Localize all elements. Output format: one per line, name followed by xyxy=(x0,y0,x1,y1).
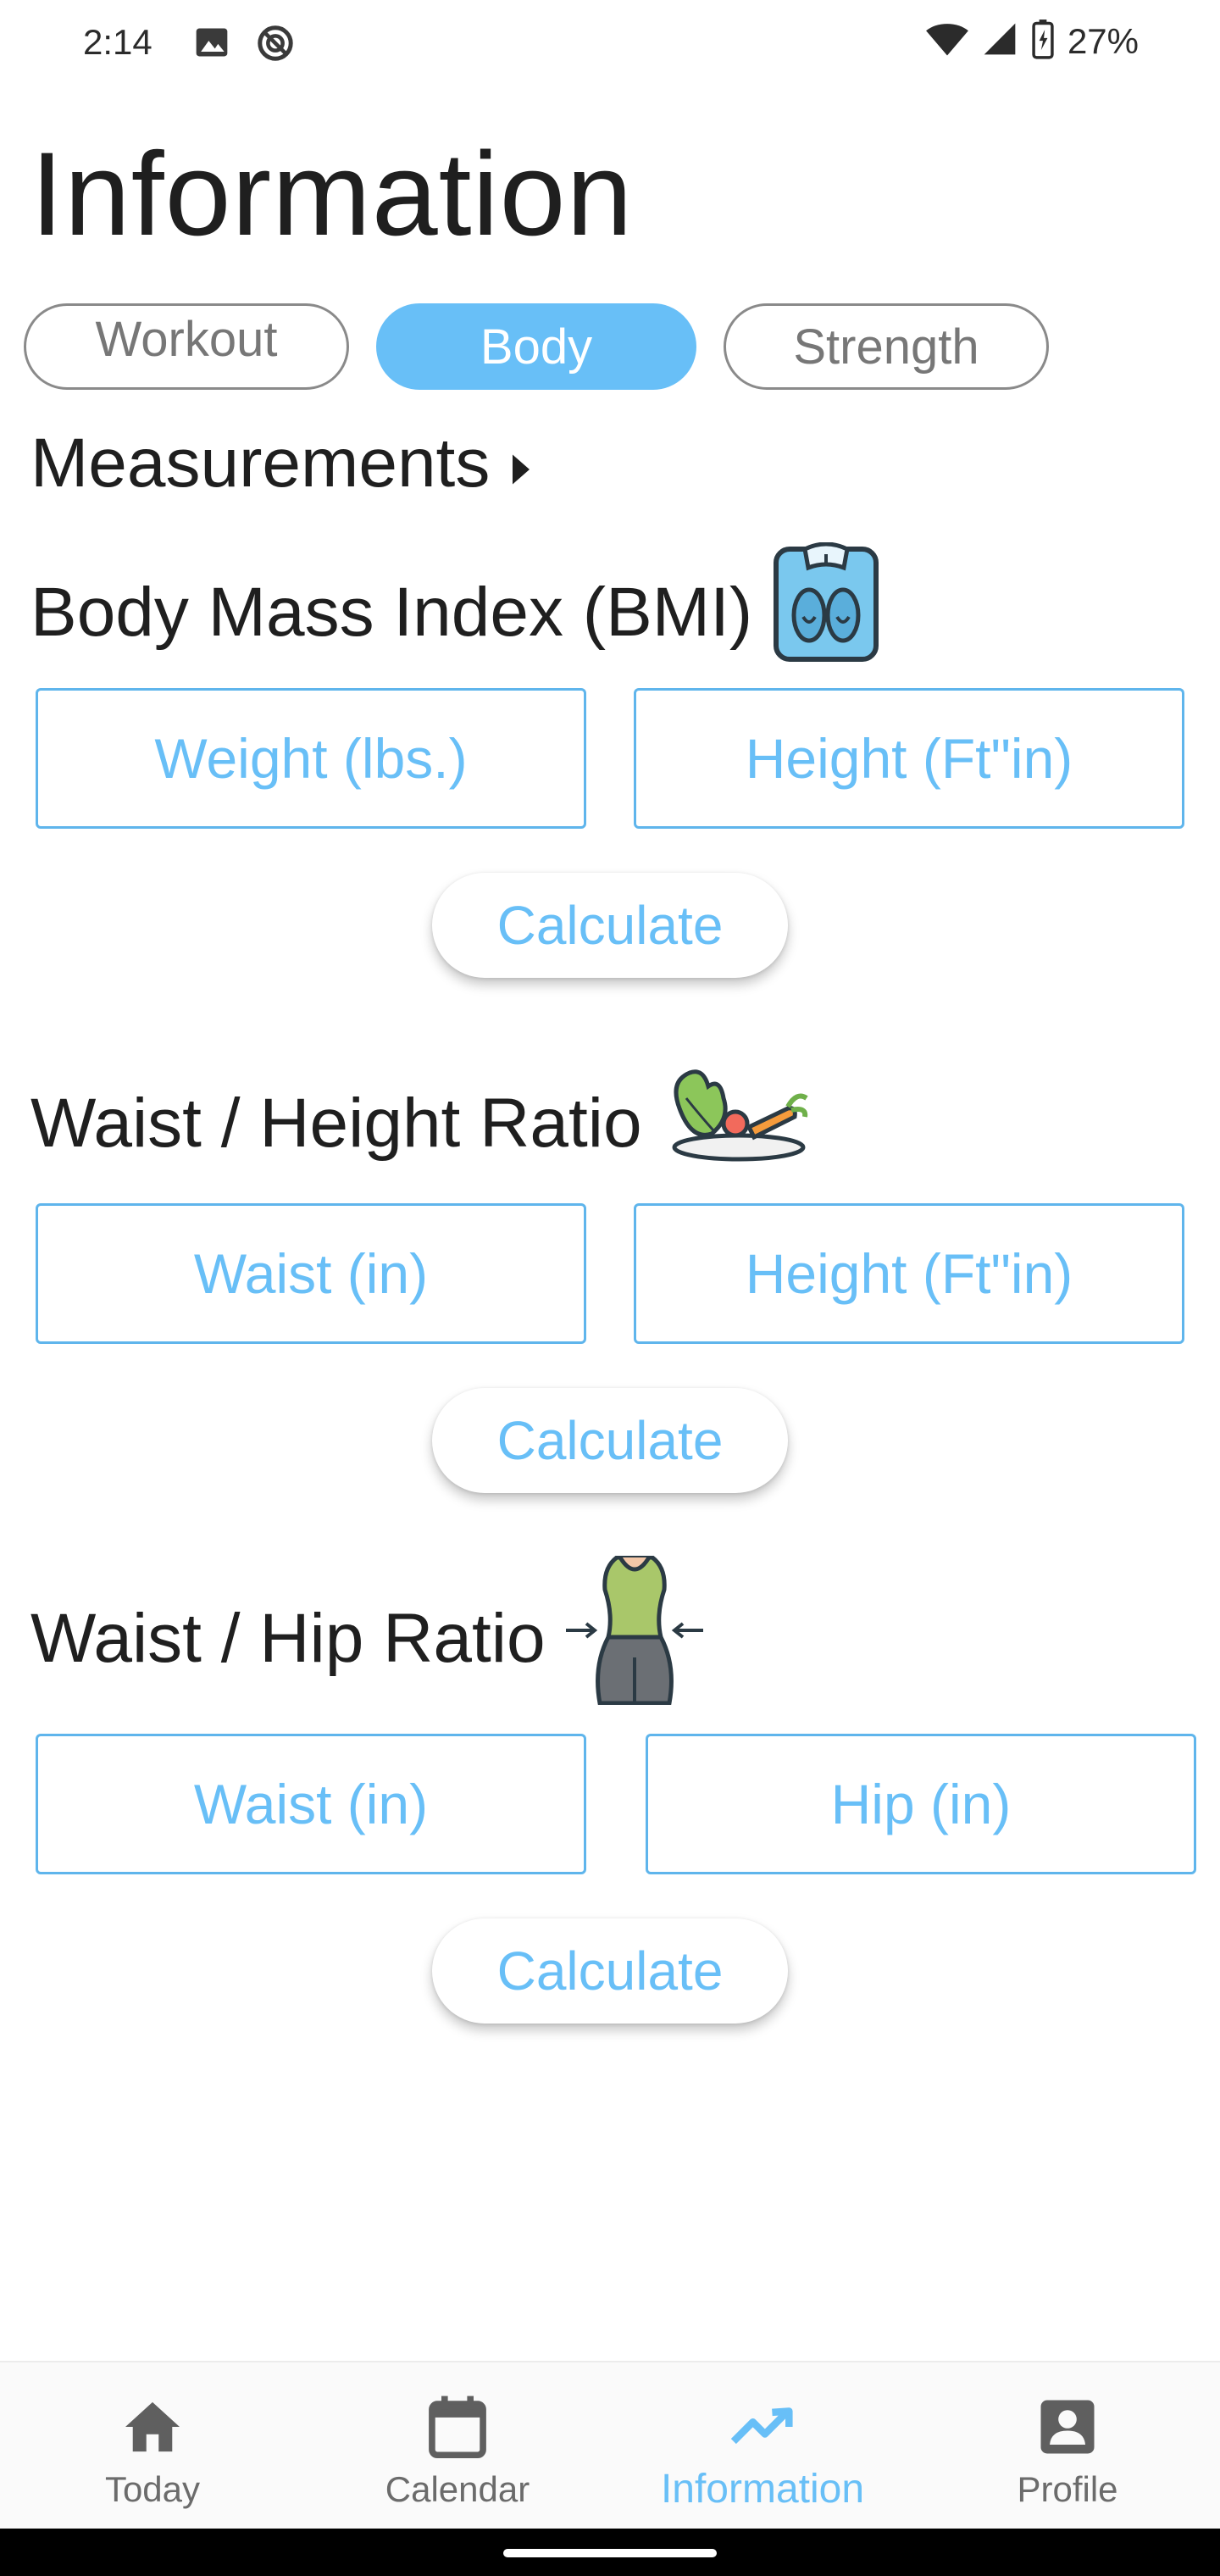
gesture-bar xyxy=(0,2529,1220,2576)
caret-right-icon xyxy=(510,424,532,503)
waist-input-2[interactable]: Waist (in) xyxy=(36,1734,586,1874)
bmi-title-text: Body Mass Index (BMI) xyxy=(30,574,753,651)
tab-body[interactable]: Body xyxy=(376,303,696,390)
nav-calendar-label: Calendar xyxy=(385,2469,530,2509)
do-not-disturb-icon xyxy=(256,24,295,67)
measurements-toggle[interactable]: Measurements xyxy=(30,424,532,503)
height-input[interactable]: Height (Ft"in) xyxy=(634,688,1184,829)
home-gesture-handle[interactable] xyxy=(503,2549,717,2557)
section-waist-height-title: Waist / Height Ratio xyxy=(30,1064,810,1183)
battery-charging-icon xyxy=(1030,19,1056,64)
waist-hip-calculate-button[interactable]: Calculate xyxy=(432,1918,788,2024)
image-icon xyxy=(193,24,230,65)
measurements-label: Measurements xyxy=(30,425,491,502)
nav-today[interactable]: Today xyxy=(0,2362,305,2530)
nav-profile[interactable]: Profile xyxy=(915,2362,1220,2530)
profile-icon xyxy=(1034,2393,1101,2461)
waist-hip-title-text: Waist / Hip Ratio xyxy=(30,1600,546,1677)
waist-input[interactable]: Waist (in) xyxy=(36,1203,586,1344)
nav-profile-label: Profile xyxy=(1017,2469,1118,2509)
hip-input[interactable]: Hip (in) xyxy=(646,1734,1196,1874)
waist-torso-icon xyxy=(564,1555,705,1722)
battery-percentage: 27% xyxy=(1067,20,1139,61)
waist-height-calculate-button[interactable]: Calculate xyxy=(432,1388,788,1493)
tab-strength[interactable]: Strength xyxy=(724,303,1049,390)
nav-information-label: Information xyxy=(660,2467,865,2512)
page-title: Information xyxy=(30,127,634,260)
calendar-icon xyxy=(424,2393,491,2461)
signal-icon xyxy=(981,20,1018,62)
section-bmi-title: Body Mass Index (BMI) xyxy=(30,541,881,683)
status-bar: 2:14 27% xyxy=(0,0,1220,85)
weight-input[interactable]: Weight (lbs.) xyxy=(36,688,586,829)
tab-workout[interactable]: Workout xyxy=(24,303,349,390)
waist-height-title-text: Waist / Height Ratio xyxy=(30,1085,642,1162)
bottom-navigation: Today Calendar Information Profile xyxy=(0,2361,1220,2529)
nav-calendar[interactable]: Calendar xyxy=(305,2362,610,2530)
bmi-calculate-button[interactable]: Calculate xyxy=(432,873,788,978)
scale-icon xyxy=(771,541,881,683)
nav-today-label: Today xyxy=(104,2469,201,2509)
trending-icon xyxy=(729,2393,796,2461)
section-waist-hip-title: Waist / Hip Ratio xyxy=(30,1555,705,1722)
home-icon xyxy=(119,2393,186,2461)
salad-plate-icon xyxy=(661,1064,810,1183)
wifi-icon xyxy=(925,20,969,62)
nav-information[interactable]: Information xyxy=(610,2362,915,2530)
height-input-2[interactable]: Height (Ft"in) xyxy=(634,1203,1184,1344)
status-time: 2:14 xyxy=(83,22,152,62)
